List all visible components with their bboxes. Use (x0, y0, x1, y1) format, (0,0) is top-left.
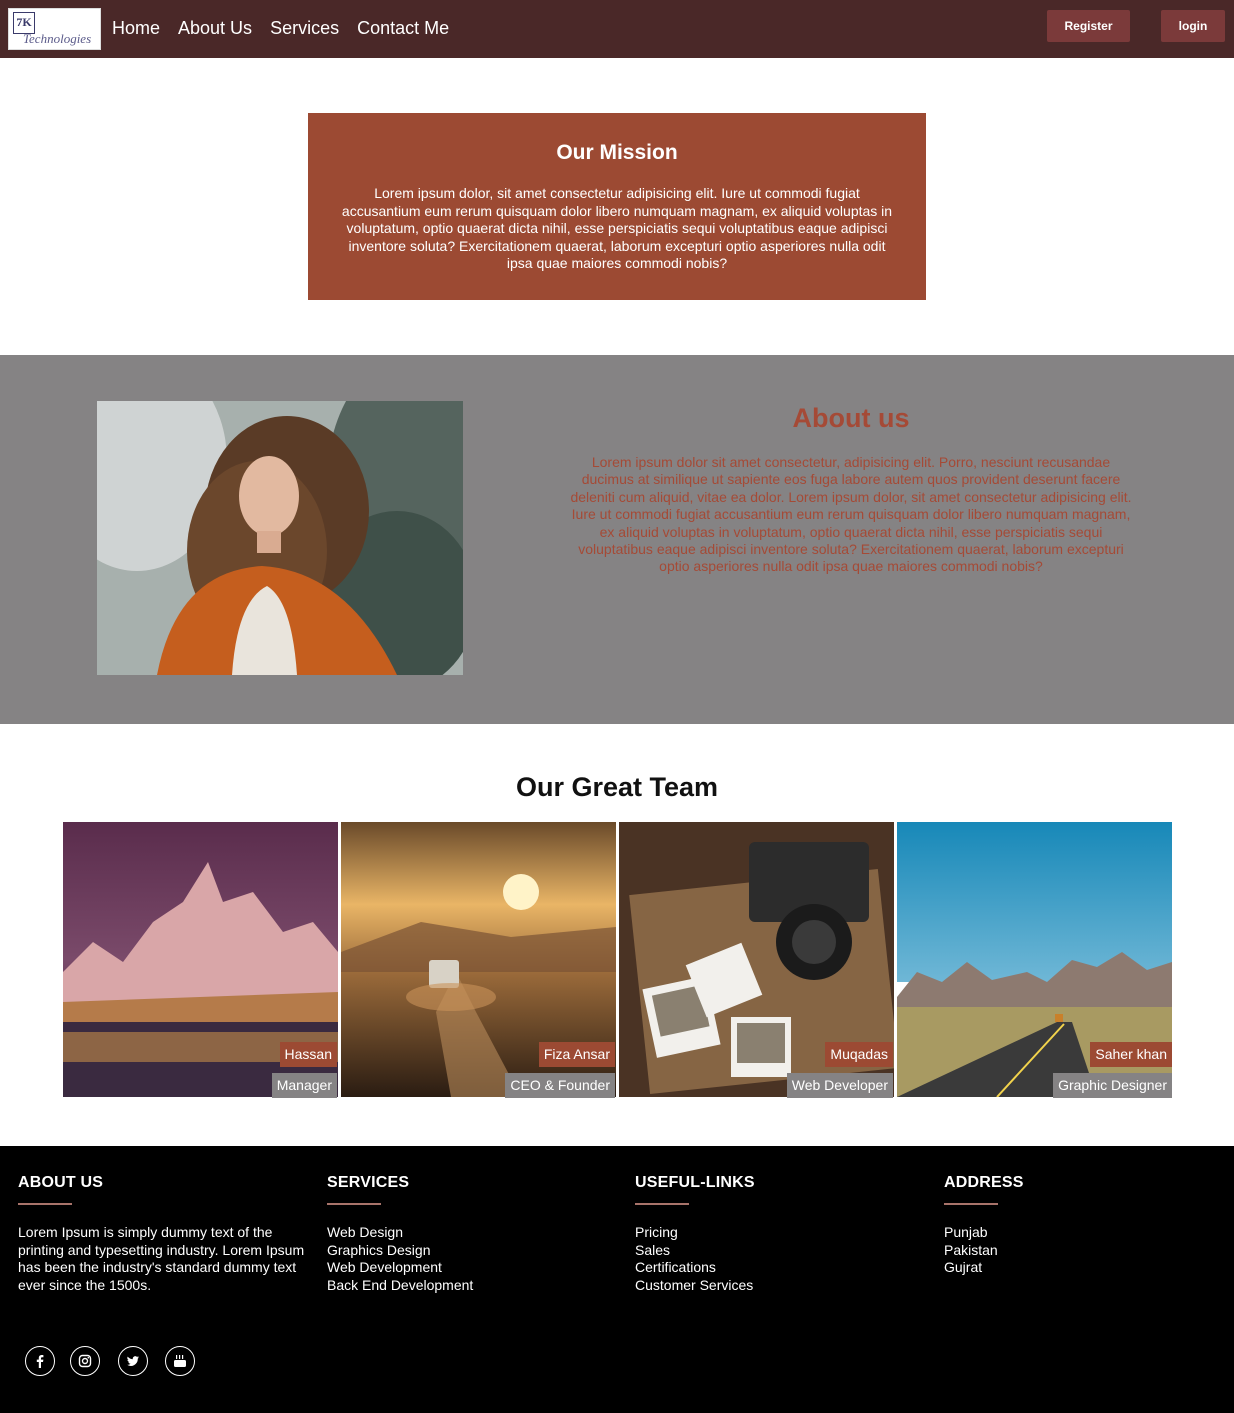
mission-title: Our Mission (556, 141, 678, 164)
footer-useful-link[interactable]: Pricing (635, 1224, 925, 1242)
youtube-icon[interactable] (165, 1346, 195, 1376)
team-role-muqadas: Web Developer (786, 1073, 893, 1098)
footer-services-column: SERVICES Web Design Graphics Design Web … (327, 1174, 617, 1294)
footer-divider (635, 1203, 689, 1205)
team-name-muqadas: Muqadas (825, 1042, 893, 1067)
about-text: Lorem ipsum dolor sit amet consectetur, … (570, 454, 1132, 575)
logo[interactable]: 7K Technologies (8, 8, 101, 50)
twitter-icon[interactable] (118, 1346, 148, 1376)
team-name-saher: Saher khan (1090, 1042, 1172, 1067)
footer: ABOUT US Lorem Ipsum is simply dummy tex… (0, 1146, 1234, 1413)
footer-divider (944, 1203, 998, 1205)
footer-about-column: ABOUT US Lorem Ipsum is simply dummy tex… (18, 1174, 308, 1294)
about-title: About us (792, 403, 910, 433)
mission-box: Our Mission Lorem ipsum dolor, sit amet … (308, 113, 926, 300)
team-role-saher: Graphic Designer (1053, 1073, 1172, 1098)
footer-divider (18, 1203, 72, 1205)
register-button[interactable]: Register (1047, 10, 1130, 42)
nav-link-about-us[interactable]: About Us (178, 18, 252, 39)
nav-links: Home About Us Services Contact Me (112, 18, 449, 39)
facebook-icon[interactable] (25, 1346, 55, 1376)
footer-about-title: ABOUT US (18, 1174, 104, 1191)
footer-useful-link[interactable]: Sales (635, 1242, 925, 1260)
logo-text: Technologies (23, 31, 92, 46)
footer-address-column: ADDRESS Punjab Pakistan Gujrat (944, 1174, 1234, 1277)
navbar: 7K Technologies Home About Us Services C… (0, 0, 1234, 58)
team-role-fiza: CEO & Founder (505, 1073, 615, 1098)
team-title: Our Great Team (515, 772, 719, 802)
footer-about-text: Lorem Ipsum is simply dummy text of the … (18, 1224, 305, 1293)
footer-service-link[interactable]: Back End Development (327, 1277, 617, 1295)
about-section: About us Lorem ipsum dolor sit amet cons… (0, 355, 1234, 724)
team-name-hassan: Hassan (279, 1042, 337, 1067)
footer-divider (327, 1203, 381, 1205)
footer-links-column: USEFUL-LINKS Pricing Sales Certification… (635, 1174, 925, 1294)
footer-address-title: ADDRESS (944, 1174, 1024, 1191)
nav-link-contact-me[interactable]: Contact Me (357, 18, 449, 39)
footer-services-title: SERVICES (327, 1174, 410, 1191)
mission-text: Lorem ipsum dolor, sit amet consectetur … (341, 185, 893, 271)
nav-link-home[interactable]: Home (112, 18, 160, 39)
team-role-hassan: Manager (271, 1073, 337, 1098)
about-photo (97, 401, 463, 675)
footer-address-line: Pakistan (944, 1241, 998, 1258)
footer-service-link[interactable]: Graphics Design (327, 1242, 617, 1260)
footer-links-title: USEFUL-LINKS (635, 1174, 755, 1191)
instagram-icon[interactable] (70, 1346, 100, 1376)
footer-service-link[interactable]: Web Development (327, 1259, 617, 1277)
footer-useful-link[interactable]: Certifications (635, 1259, 925, 1277)
login-button[interactable]: login (1161, 10, 1225, 42)
footer-address-line: Gujrat (944, 1259, 983, 1275)
footer-useful-link[interactable]: Customer Services (635, 1277, 925, 1295)
team-name-fiza: Fiza Ansar (538, 1042, 615, 1067)
footer-address-line: Punjab (944, 1224, 988, 1240)
nav-link-services[interactable]: Services (270, 18, 339, 39)
footer-service-link[interactable]: Web Design (327, 1224, 617, 1242)
